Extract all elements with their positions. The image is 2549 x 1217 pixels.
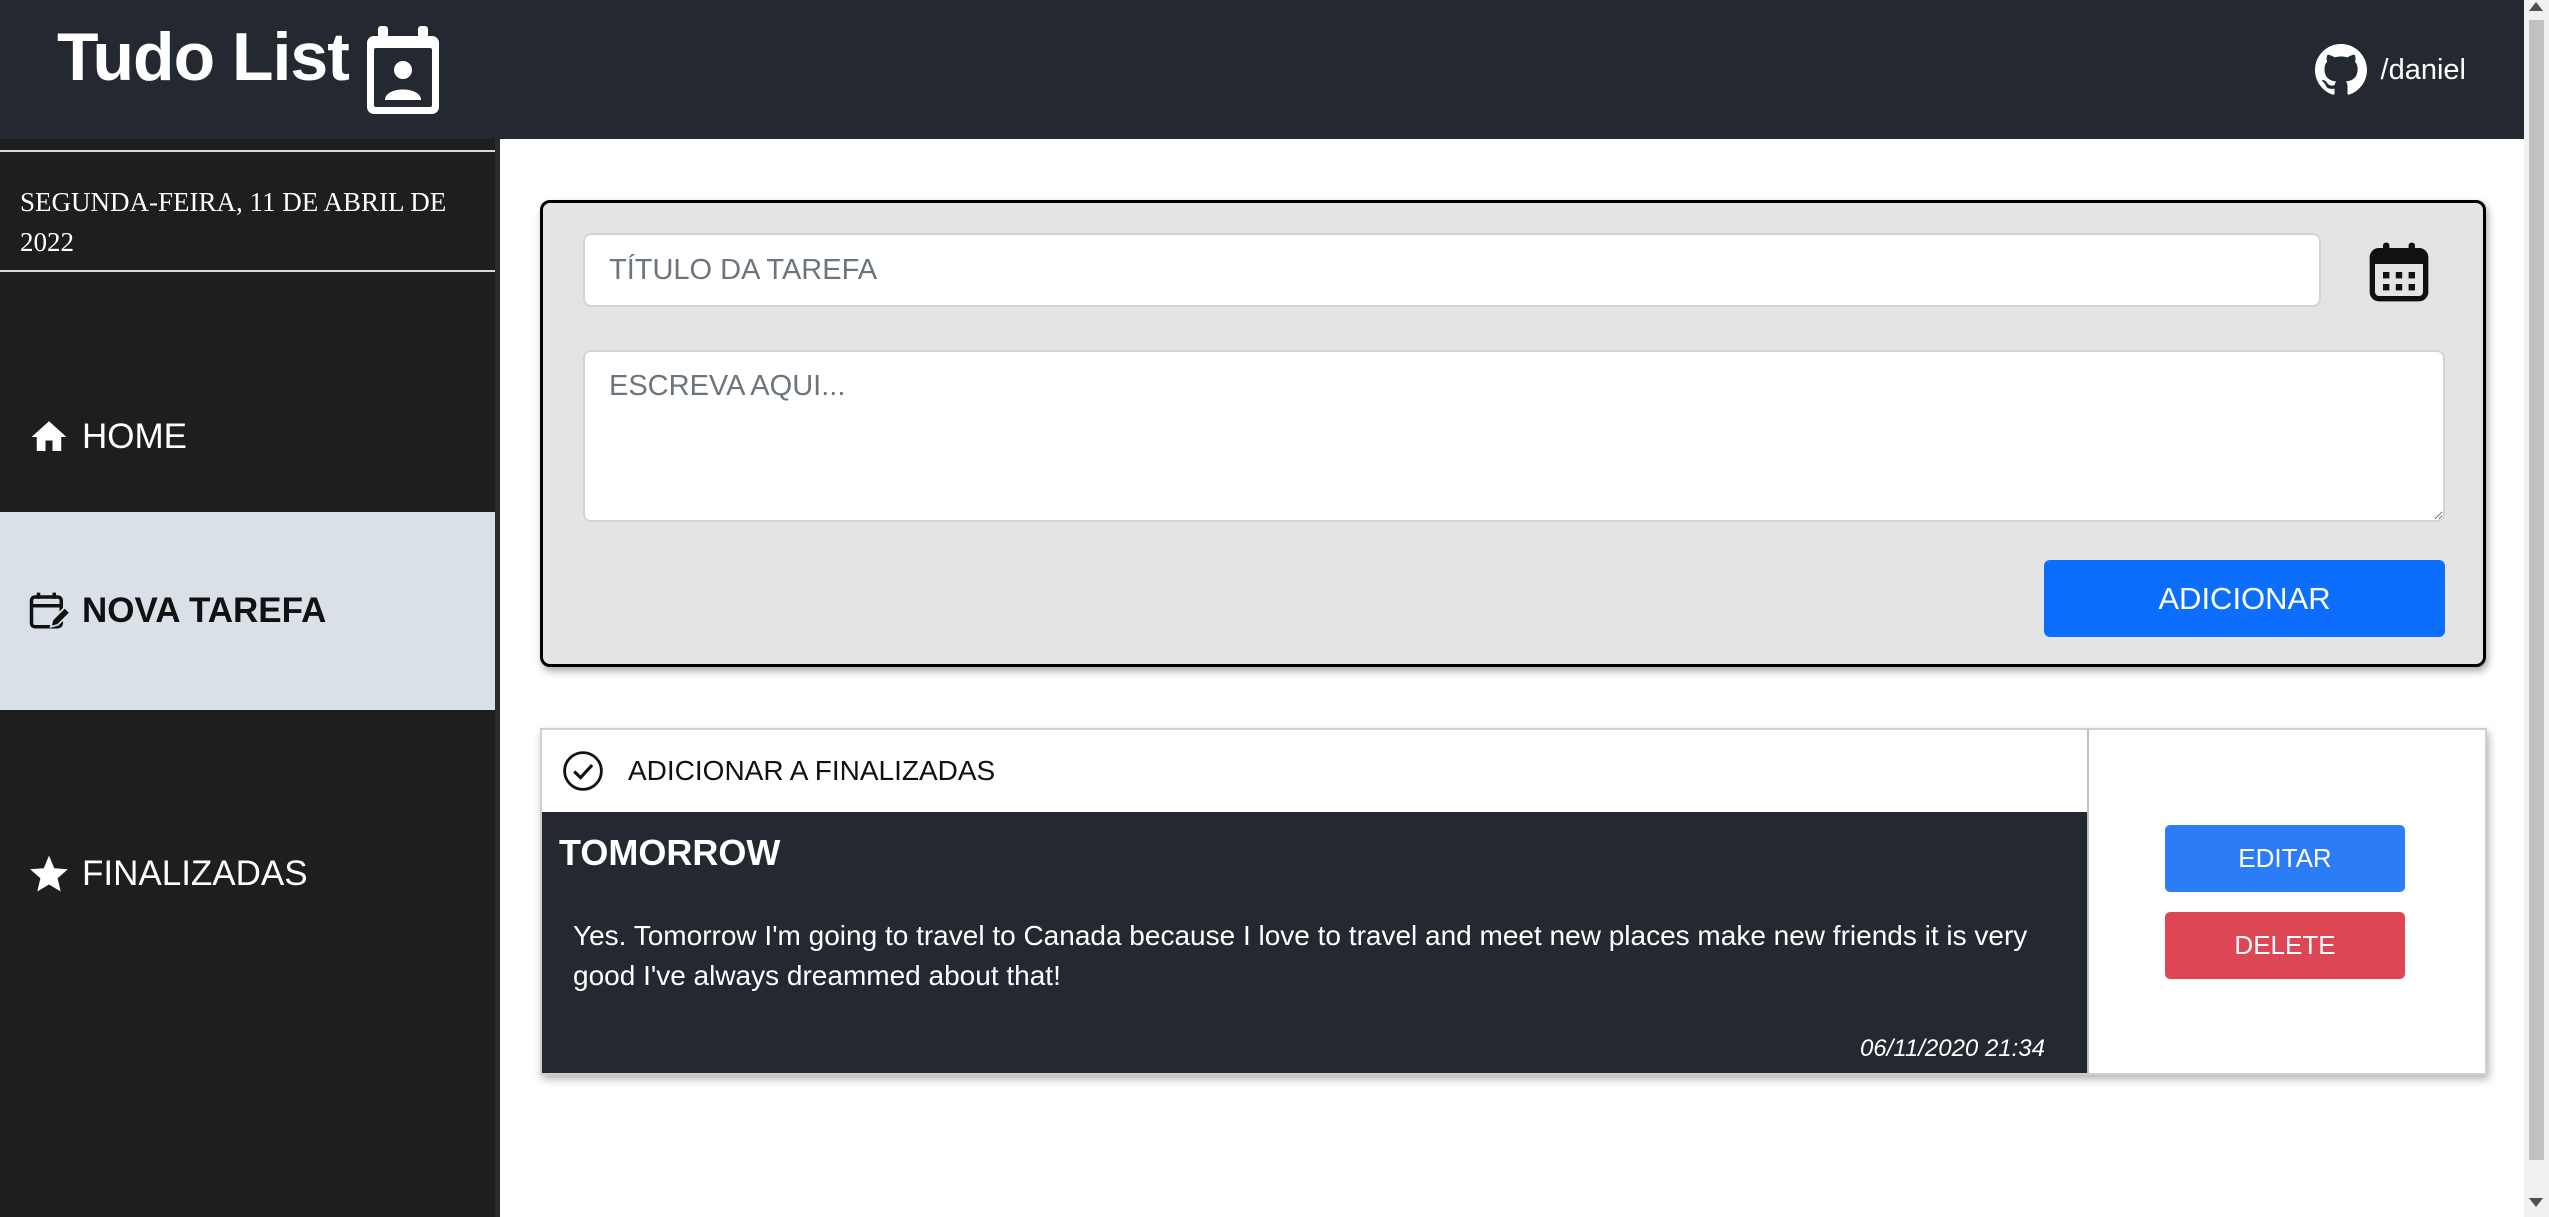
- add-task-button[interactable]: ADICIONAR: [2044, 560, 2445, 637]
- edit-task-button[interactable]: EDITAR: [2165, 825, 2405, 892]
- date-display: SEGUNDA-FEIRA, 11 DE ABRIL DE 2022: [0, 150, 495, 272]
- task-card: ADICIONAR A FINALIZADAS TOMORROW Yes. To…: [540, 728, 2487, 1075]
- task-timestamp: 06/11/2020 21:34: [1859, 1035, 2045, 1062]
- task-title: TOMORROW: [559, 832, 781, 873]
- scroll-up-arrow-icon[interactable]: [2529, 2, 2543, 11]
- card-divider: [2087, 730, 2089, 1073]
- sidebar-item-label: NOVA TAREFA: [82, 591, 327, 630]
- add-to-finished-label: ADICIONAR A FINALIZADAS: [628, 755, 996, 786]
- github-username: /daniel: [2380, 53, 2466, 86]
- sidebar-item-finalizadas[interactable]: FINALIZADAS: [0, 775, 495, 973]
- home-icon: [31, 421, 67, 451]
- task-title-input[interactable]: [583, 233, 2321, 307]
- task-description-input[interactable]: [583, 350, 2445, 522]
- star-icon: [30, 855, 68, 892]
- calendar-user-icon: [367, 26, 439, 114]
- sidebar: SEGUNDA-FEIRA, 11 DE ABRIL DE 2022 HOME …: [0, 139, 495, 1217]
- sidebar-border: [495, 139, 500, 1217]
- task-description: Yes. Tomorrow I'm going to travel to Can…: [573, 920, 2028, 991]
- scrollbar-thumb[interactable]: [2529, 20, 2544, 1160]
- calendar-icon[interactable]: [2367, 239, 2431, 305]
- github-icon: [2314, 44, 2367, 95]
- add-to-finished-toggle[interactable]: ADICIONAR A FINALIZADAS: [542, 730, 2087, 812]
- delete-task-button[interactable]: DELETE: [2165, 912, 2405, 979]
- sidebar-item-label: HOME: [82, 417, 187, 456]
- app-title: Tudo List: [57, 19, 350, 95]
- github-link[interactable]: /daniel: [2314, 42, 2466, 98]
- calendar-edit-icon: [29, 592, 70, 629]
- task-content: TOMORROW Yes. Tomorrow I'm going to trav…: [542, 812, 2087, 1073]
- scroll-down-arrow-icon[interactable]: [2529, 1198, 2543, 1207]
- new-task-form: ADICIONAR: [540, 200, 2486, 667]
- sidebar-item-home[interactable]: HOME: [0, 338, 495, 536]
- check-circle-icon: [563, 751, 603, 791]
- app-header: Tudo List /daniel: [0, 0, 2524, 139]
- sidebar-item-label: FINALIZADAS: [82, 854, 308, 893]
- sidebar-item-nova-tarefa[interactable]: NOVA TAREFA: [0, 512, 495, 710]
- current-date: SEGUNDA-FEIRA, 11 DE ABRIL DE 2022: [20, 187, 447, 257]
